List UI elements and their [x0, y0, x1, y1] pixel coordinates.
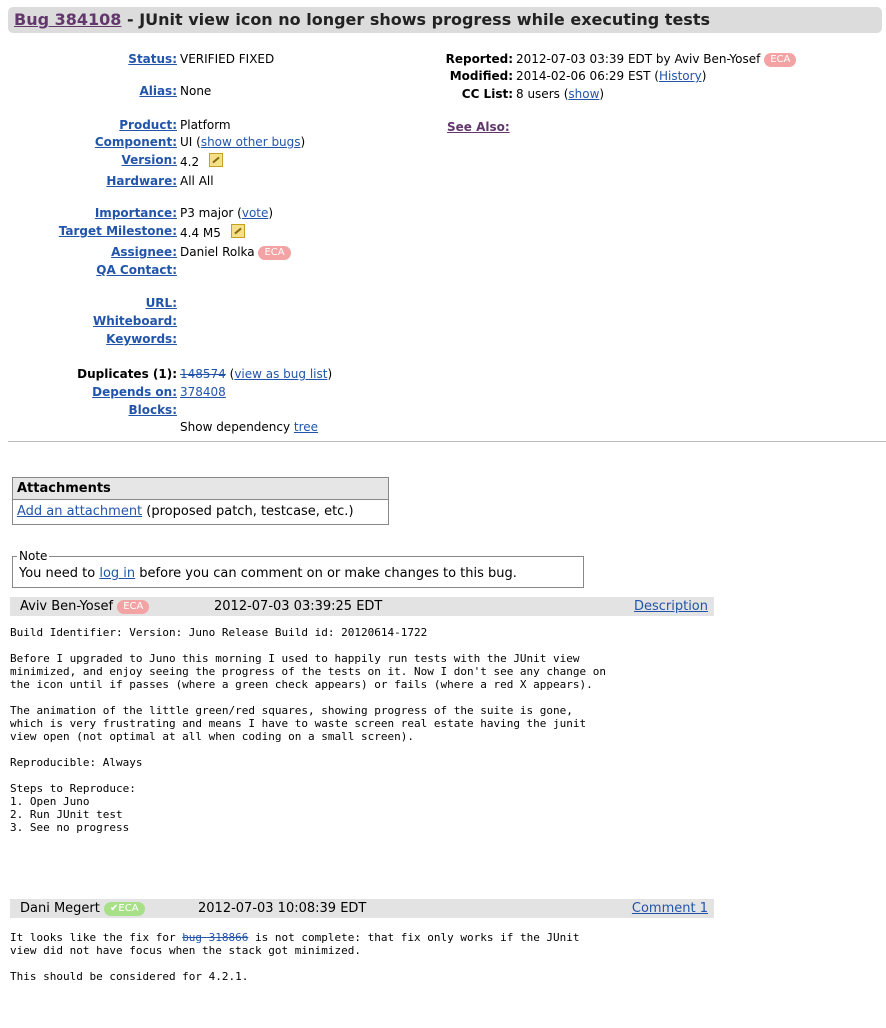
description-link[interactable]: Description: [634, 597, 708, 616]
dependency-tree-link[interactable]: tree: [294, 420, 318, 434]
comment-author: Dani Megert ✔ECA: [20, 899, 145, 918]
bug-title: Bug 384108 - JUnit view icon no longer s…: [14, 10, 710, 29]
comment-time: 2012-07-03 03:39:25 EDT: [214, 599, 383, 614]
alias-label[interactable]: Alias:: [139, 84, 177, 98]
note-box: Note You need to log in before you can c…: [12, 549, 584, 588]
comment-text: Build Identifier: Version: Juno Release …: [10, 626, 607, 834]
qa-contact-label[interactable]: QA Contact:: [96, 263, 177, 277]
blocks-label[interactable]: Blocks:: [128, 403, 177, 417]
eca-badge: ECA: [258, 246, 291, 260]
whiteboard-label[interactable]: Whiteboard:: [93, 314, 177, 328]
show-cc-link[interactable]: show: [568, 87, 599, 101]
see-also-label[interactable]: See Also:: [447, 120, 510, 134]
comment-time: 2012-07-03 10:08:39 EDT: [198, 901, 367, 916]
divider: [8, 441, 886, 442]
product-label[interactable]: Product:: [119, 118, 177, 132]
status-value: VERIFIED FIXED: [180, 52, 275, 66]
eca-badge: ECA: [764, 53, 797, 67]
edit-pencil-icon[interactable]: [230, 224, 245, 238]
hardware-label[interactable]: Hardware:: [106, 174, 177, 188]
importance-value: P3 major (vote): [180, 206, 274, 220]
comment-text: It looks like the fix for bug 318866 is …: [10, 931, 580, 983]
attachments-header: Attachments: [13, 478, 388, 500]
vote-link[interactable]: vote: [242, 206, 269, 220]
product-value: Platform: [180, 118, 231, 132]
attachments-table: Attachments Add an attachment (proposed …: [12, 477, 389, 525]
bug-318866-link[interactable]: bug 318866: [182, 931, 248, 944]
comment-author: Aviv Ben-Yosef ECA: [20, 597, 150, 616]
dependency-tree: Show dependency tree: [180, 420, 319, 434]
note-message: You need to log in before you can commen…: [19, 566, 517, 581]
view-as-bug-list-link[interactable]: view as bug list: [234, 367, 327, 381]
importance-label[interactable]: Importance:: [95, 206, 177, 220]
duplicates-label: Duplicates (1):: [77, 367, 177, 381]
version-value: 4.2: [180, 153, 224, 169]
add-attachment-link[interactable]: Add an attachment: [17, 504, 142, 519]
cc-list-value: 8 users (show): [516, 87, 605, 101]
component-value: UI (show other bugs): [180, 135, 306, 149]
note-legend: Note: [17, 549, 50, 563]
comment-header: Aviv Ben-Yosef ECA 2012-07-03 03:39:25 E…: [10, 597, 714, 616]
status-label[interactable]: Status:: [128, 52, 177, 66]
target-milestone-value: 4.4 M5: [180, 224, 245, 240]
bug-title-bar: Bug 384108 - JUnit view icon no longer s…: [8, 7, 882, 33]
edit-pencil-icon[interactable]: [209, 153, 224, 167]
reported-value: 2012-07-03 03:39 EDT by Aviv Ben-Yosef E…: [516, 52, 797, 67]
history-link[interactable]: History: [659, 69, 702, 83]
duplicate-bug-link[interactable]: 148574: [180, 367, 226, 381]
depends-on-value: 378408: [180, 385, 226, 399]
url-label[interactable]: URL:: [146, 296, 177, 310]
version-label[interactable]: Version:: [121, 153, 177, 167]
hardware-value: All All: [180, 174, 214, 188]
target-milestone-label[interactable]: Target Milestone:: [59, 224, 177, 238]
reported-label: Reported:: [445, 52, 513, 66]
cc-list-label: CC List:: [461, 87, 513, 101]
alias-value: None: [180, 84, 212, 98]
component-label[interactable]: Component:: [95, 135, 177, 149]
duplicates-value: 148574 (view as bug list): [180, 367, 333, 381]
assignee-value: Daniel Rolka ECA: [180, 245, 291, 260]
depends-on-bug-link[interactable]: 378408: [180, 385, 226, 399]
assignee-label[interactable]: Assignee:: [111, 245, 177, 259]
log-in-link[interactable]: log in: [99, 566, 135, 581]
bug-summary: - JUnit view icon no longer shows progre…: [121, 10, 710, 29]
comment-header: Dani Megert ✔ECA 2012-07-03 10:08:39 EDT…: [10, 899, 714, 918]
attachments-row: Add an attachment (proposed patch, testc…: [13, 500, 388, 524]
depends-on-label[interactable]: Depends on:: [92, 385, 177, 399]
add-attachment-hint: (proposed patch, testcase, etc.): [142, 504, 354, 519]
show-other-bugs-link[interactable]: show other bugs: [201, 135, 301, 149]
comment-1-link[interactable]: Comment 1: [632, 899, 708, 918]
modified-value: 2014-02-06 06:29 EST (History): [516, 69, 707, 83]
keywords-label[interactable]: Keywords:: [106, 332, 177, 346]
bug-id-link[interactable]: Bug 384108: [14, 10, 121, 29]
eca-badge: ECA: [117, 600, 150, 614]
eca-check-badge: ✔ECA: [104, 902, 145, 916]
modified-label: Modified:: [449, 69, 513, 83]
